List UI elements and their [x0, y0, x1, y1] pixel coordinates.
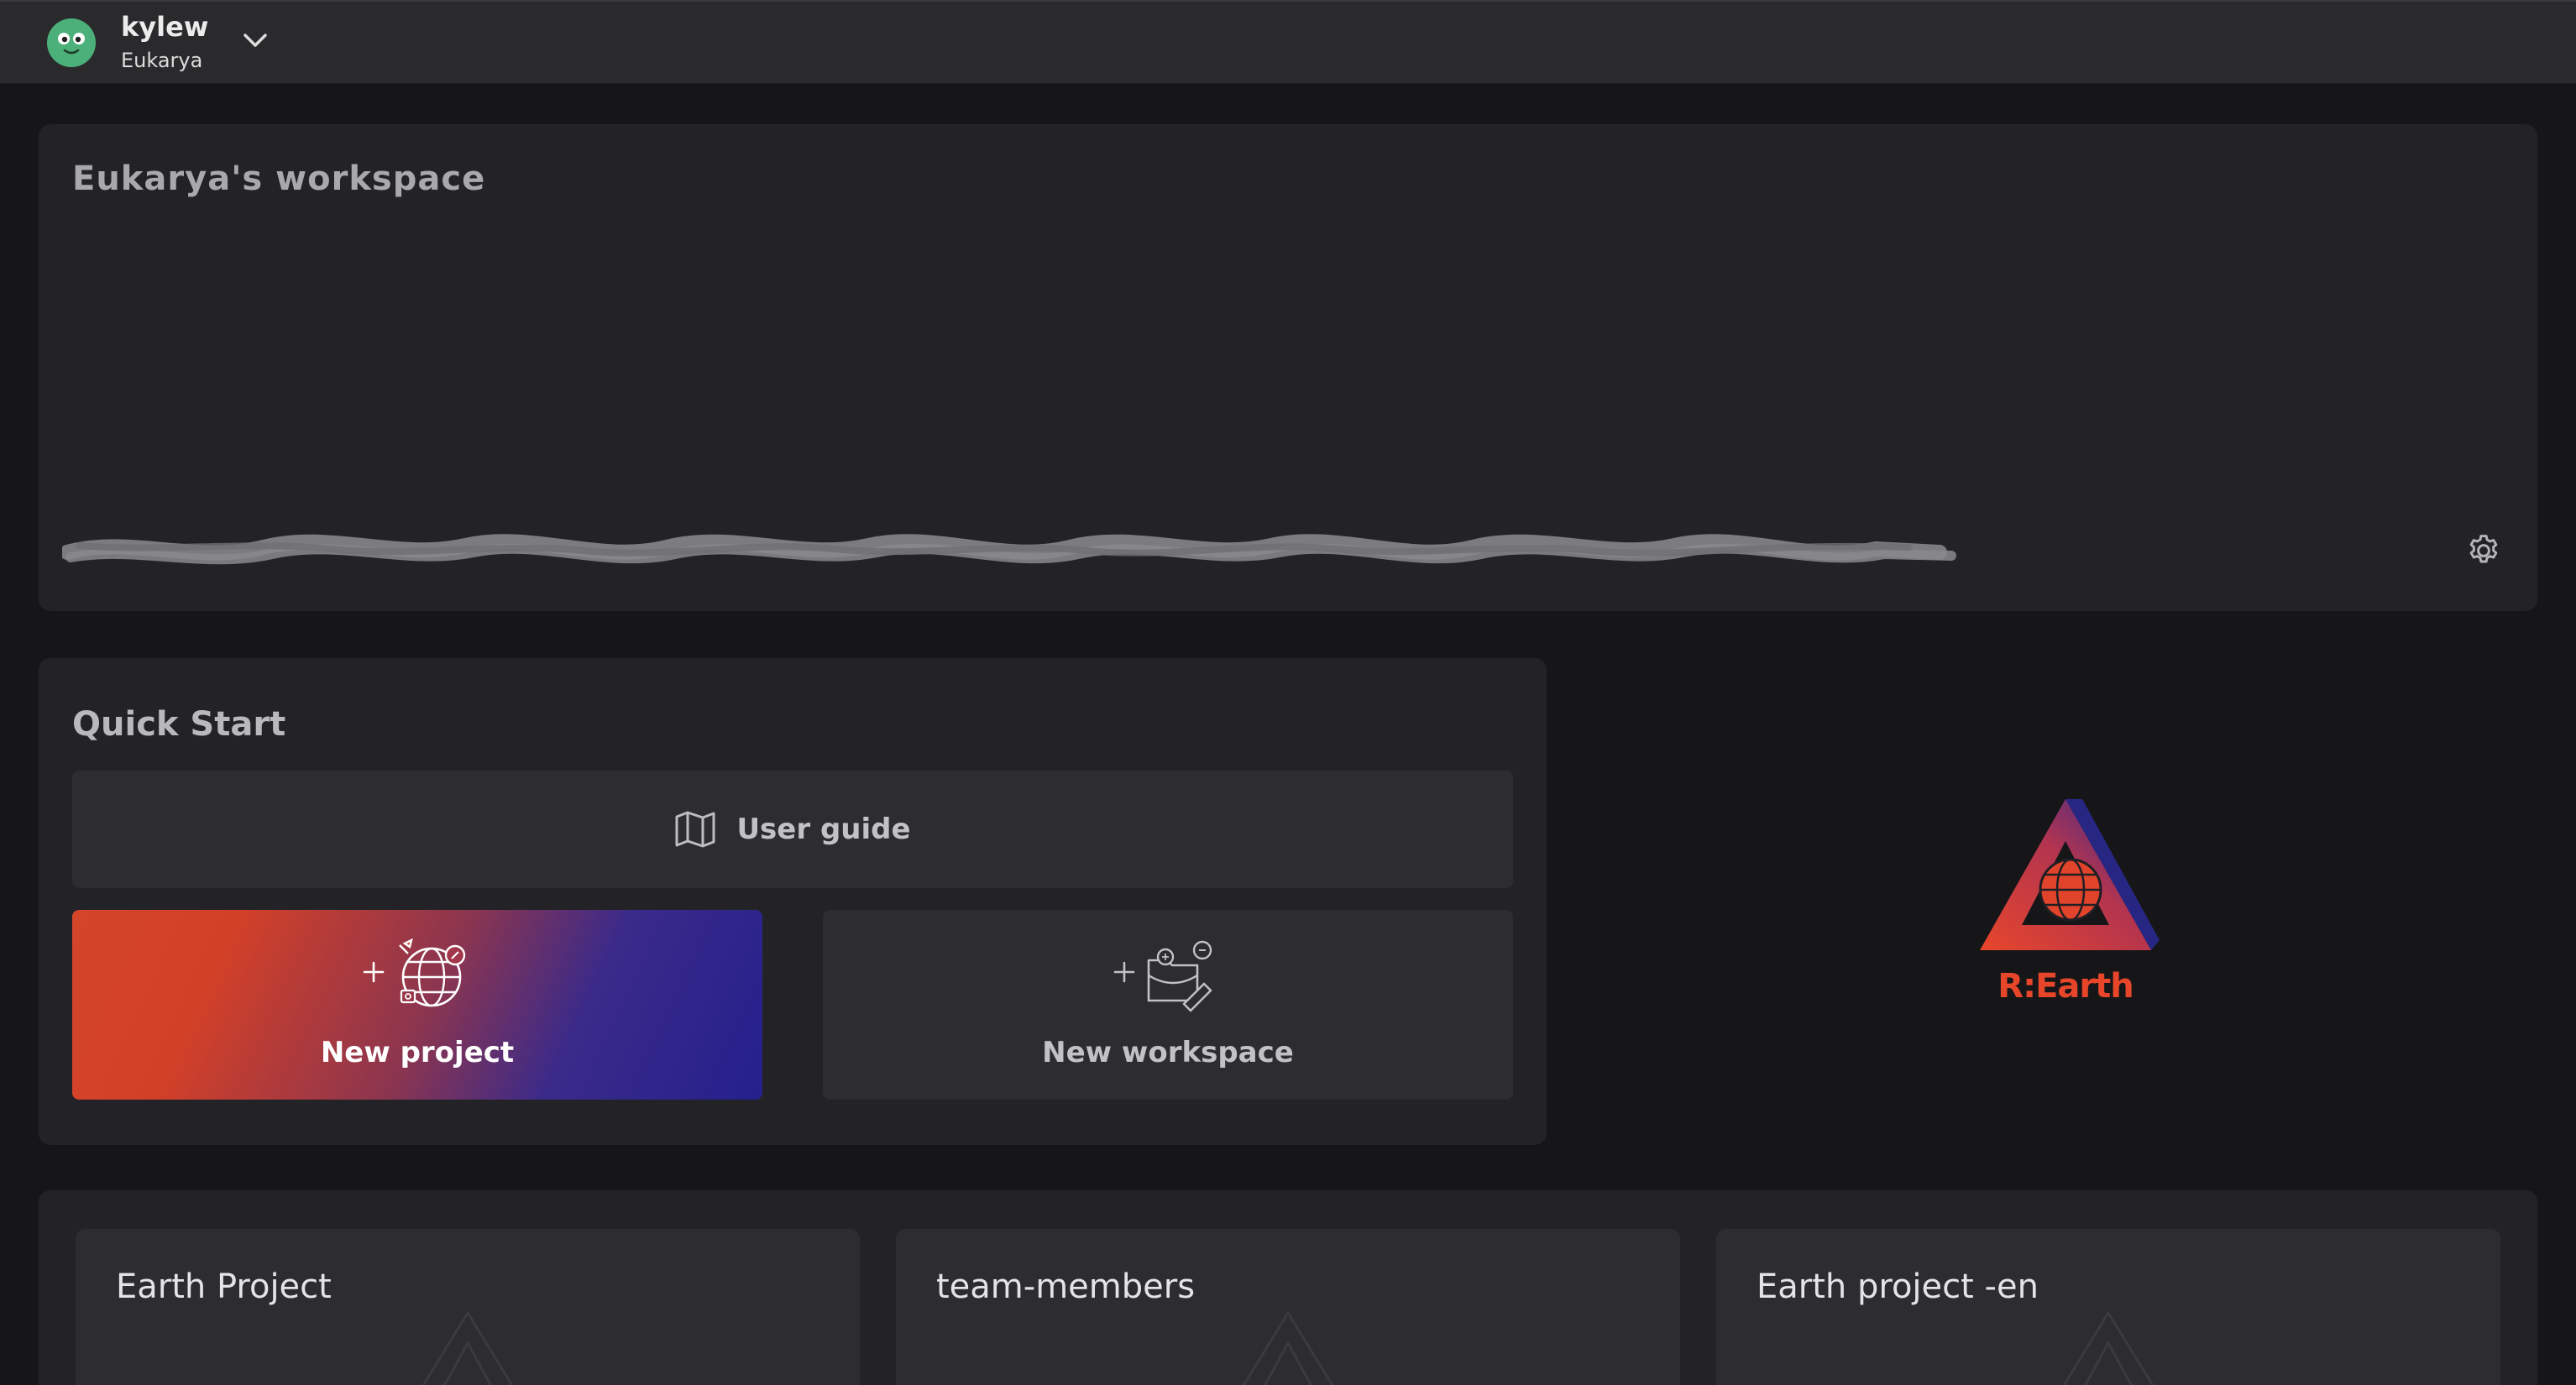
redacted-text-scribble — [62, 534, 1956, 565]
chevron-down-icon[interactable] — [242, 32, 269, 49]
user-guide-label: User guide — [736, 813, 911, 846]
reearth-logo-text: R:Earth — [1997, 967, 2134, 1006]
project-placeholder-icon — [2062, 1310, 2155, 1385]
current-workspace-name: Eukarya — [121, 48, 203, 72]
map-icon — [675, 811, 715, 848]
new-project-button[interactable]: New project — [72, 910, 762, 1100]
new-project-label: New project — [320, 1036, 515, 1069]
avatar-face-icon — [58, 32, 85, 54]
reearth-logo: R:Earth — [1965, 792, 2166, 1011]
quick-start-title: Quick Start — [72, 705, 286, 744]
new-workspace-label: New workspace — [1042, 1036, 1294, 1069]
projects-panel: Earth Project team-members Earth project… — [39, 1190, 2537, 1385]
project-placeholder-icon — [1242, 1310, 1334, 1385]
gear-icon[interactable] — [2465, 532, 2502, 569]
project-card[interactable]: Earth Project — [76, 1229, 860, 1385]
user-name: kylew — [121, 10, 209, 43]
user-avatar[interactable] — [47, 18, 96, 67]
project-placeholder-icon — [421, 1310, 514, 1385]
reearth-triangle-icon — [1980, 799, 2160, 950]
project-card[interactable]: Earth project -en — [1716, 1229, 2500, 1385]
project-title: team-members — [936, 1267, 1196, 1306]
app-header: kylew Eukarya — [0, 0, 2576, 84]
quick-start-card: Quick Start User guide New project New w… — [39, 658, 1547, 1145]
project-title: Earth project -en — [1757, 1267, 2039, 1306]
project-card[interactable]: team-members — [896, 1229, 1680, 1385]
new-project-globe-icon — [363, 938, 466, 1007]
new-workspace-folder-icon — [1113, 940, 1212, 1012]
user-guide-button[interactable]: User guide — [72, 771, 1513, 888]
project-title: Earth Project — [116, 1267, 332, 1306]
new-workspace-button[interactable]: New workspace — [823, 910, 1513, 1100]
workspace-card: Eukarya's workspace — [39, 124, 2537, 611]
workspace-title: Eukarya's workspace — [72, 159, 486, 198]
user-info[interactable]: kylew Eukarya — [121, 11, 208, 75]
